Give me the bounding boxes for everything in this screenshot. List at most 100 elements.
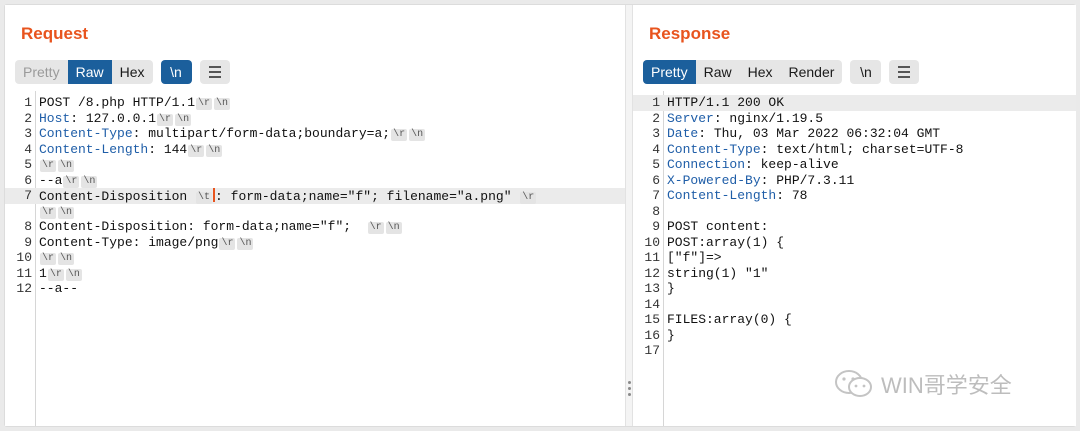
control-char-marker: \n bbox=[65, 268, 82, 281]
line-number: 14 bbox=[644, 296, 660, 312]
line-content: POST content: bbox=[667, 219, 768, 235]
line-content: --a-- bbox=[39, 281, 78, 297]
response-line[interactable]: 5 Connection: keep-alive bbox=[633, 157, 1076, 173]
line-content: Host: 127.0.0.1 \r \n bbox=[39, 111, 192, 127]
response-line[interactable]: 7 Content-Length: 78 bbox=[633, 188, 1076, 204]
request-line[interactable]: 12 --a-- bbox=[5, 281, 625, 297]
request-line[interactable]: 11 1 \r \n bbox=[5, 266, 625, 282]
line-number: 12 bbox=[644, 265, 660, 281]
line-content: \r \n bbox=[39, 157, 75, 173]
header-name: Host bbox=[39, 110, 71, 126]
http-message-viewer: Request Pretty Raw Hex \n 1 POST /8.php H… bbox=[4, 4, 1076, 427]
response-line[interactable]: 13} bbox=[633, 281, 1076, 297]
request-line[interactable]: 9 Content-Type: image/png \r \n bbox=[5, 235, 625, 251]
request-line[interactable]: 2 Host: 127.0.0.1 \r \n bbox=[5, 111, 625, 127]
code-text: Content-Disposition: form-data;name="f"; bbox=[39, 219, 367, 234]
line-content: Date: Thu, 03 Mar 2022 06:32:04 GMT bbox=[667, 126, 940, 142]
request-line[interactable]: 6 --a \r \n bbox=[5, 173, 625, 189]
response-line[interactable]: 16} bbox=[633, 328, 1076, 344]
request-editor[interactable]: 1 POST /8.php HTTP/1.1 \r \n 2 Host: 127.0.0.… bbox=[5, 91, 625, 426]
response-line[interactable]: 10 POST:array(1) { bbox=[633, 235, 1076, 251]
request-line[interactable]: 5 \r \n bbox=[5, 157, 625, 173]
line-number: 2 bbox=[24, 110, 32, 126]
response-tab-pretty[interactable]: Pretty bbox=[643, 60, 696, 84]
line-content: Content-Disposition: form-data;name="f";… bbox=[39, 219, 403, 235]
code-text: } bbox=[667, 281, 675, 296]
response-line[interactable]: 6 X-Powered-By: PHP/7.3.11 bbox=[633, 173, 1076, 189]
control-char-marker: \n bbox=[206, 144, 223, 157]
line-content: } bbox=[667, 281, 675, 297]
line-number: 10 bbox=[644, 234, 660, 250]
response-line[interactable]: 17 bbox=[633, 343, 1076, 359]
line-content: Connection: keep-alive bbox=[667, 157, 839, 173]
request-line[interactable]: 7 Content-Disposition \t: form-data;name=… bbox=[5, 188, 625, 204]
line-number: 1 bbox=[24, 95, 32, 110]
line-number: 10 bbox=[16, 250, 32, 265]
response-line[interactable]: 4 Content-Type: text/html; charset=UTF-8 bbox=[633, 142, 1076, 158]
control-char-marker: \n bbox=[409, 129, 426, 141]
response-line[interactable]: 12 string(1) "1" bbox=[633, 266, 1076, 282]
request-line[interactable]: 8 Content-Disposition: form-data;name="f"… bbox=[5, 219, 625, 235]
response-line[interactable]: 15 FILES:array(0) { bbox=[633, 312, 1076, 328]
line-content: X-Powered-By: PHP/7.3.11 bbox=[667, 173, 854, 189]
response-line[interactable]: 8 bbox=[633, 204, 1076, 220]
line-content: Content-Length: 144 \r \n bbox=[39, 142, 223, 158]
header-name: Content-Type bbox=[39, 126, 133, 141]
request-tab-hex[interactable]: Hex bbox=[112, 60, 153, 84]
code-text: : multipart/form-data;boundary=a; bbox=[132, 126, 391, 141]
line-content: Content-Type: multipart/form-data;bounda… bbox=[39, 126, 426, 142]
line-number: 4 bbox=[24, 141, 32, 157]
line-number: 3 bbox=[24, 126, 32, 141]
line-content: Content-Disposition \t: form-data;name="… bbox=[39, 188, 537, 205]
response-line[interactable]: 9 POST content: bbox=[633, 219, 1076, 235]
line-content: string(1) "1" bbox=[667, 266, 768, 282]
control-char-marker: \n bbox=[58, 160, 75, 172]
response-show-newlines-button[interactable]: \n bbox=[850, 60, 882, 84]
response-tab-raw[interactable]: Raw bbox=[696, 60, 740, 84]
response-tab-render[interactable]: Render bbox=[781, 60, 843, 84]
control-char-marker: \r bbox=[63, 175, 80, 188]
request-line[interactable]: \r \n bbox=[5, 204, 625, 220]
splitter-grip-icon[interactable] bbox=[628, 381, 631, 396]
line-number: 7 bbox=[24, 188, 32, 203]
response-line[interactable]: 14 bbox=[633, 297, 1076, 313]
line-content: HTTP/1.1 200 OK bbox=[667, 95, 784, 111]
request-show-newlines-button[interactable]: \n bbox=[160, 60, 192, 84]
code-text: : PHP/7.3.11 bbox=[760, 172, 855, 188]
control-char-marker: \t bbox=[196, 192, 213, 204]
line-content: \r \n bbox=[39, 204, 75, 220]
request-tab-raw[interactable]: Raw bbox=[67, 60, 112, 84]
response-line[interactable]: 1 HTTP/1.1 200 OK bbox=[633, 95, 1076, 111]
request-pane: Request Pretty Raw Hex \n 1 POST /8.php H… bbox=[5, 5, 625, 426]
header-name: Server bbox=[667, 110, 714, 126]
request-line[interactable]: 3 Content-Type: multipart/form-data;bound… bbox=[5, 126, 625, 142]
response-tab-hex[interactable]: Hex bbox=[740, 60, 781, 84]
control-char-marker: \r bbox=[40, 160, 57, 172]
line-number: 6 bbox=[652, 172, 660, 188]
line-content: Content-Length: 78 bbox=[667, 188, 807, 204]
code-text: : 144 bbox=[148, 141, 188, 157]
line-number: 9 bbox=[24, 234, 32, 250]
request-line[interactable]: 1 POST /8.php HTTP/1.1 \r \n bbox=[5, 95, 625, 111]
request-line[interactable]: 4 Content-Length: 144 \r \n bbox=[5, 142, 625, 158]
control-char-marker: \n bbox=[175, 113, 192, 126]
control-char-marker: \r bbox=[196, 98, 213, 110]
control-char-marker: \r bbox=[188, 144, 205, 157]
line-content: POST:array(1) { bbox=[667, 235, 784, 251]
response-line[interactable]: 3 Date: Thu, 03 Mar 2022 06:32:04 GMT bbox=[633, 126, 1076, 142]
response-line[interactable]: 11 ["f"]=> bbox=[633, 250, 1076, 266]
pane-splitter[interactable] bbox=[625, 5, 633, 426]
line-number: 5 bbox=[652, 157, 660, 172]
response-menu-button[interactable] bbox=[889, 60, 920, 84]
request-tab-pretty[interactable]: Pretty bbox=[15, 60, 68, 84]
response-line[interactable]: 2 Server: nginx/1.19.5 bbox=[633, 111, 1076, 127]
line-content: Server: nginx/1.19.5 bbox=[667, 111, 823, 127]
menu-icon bbox=[208, 66, 221, 78]
request-line[interactable]: 10 \r \n bbox=[5, 250, 625, 266]
code-text: : 78 bbox=[776, 188, 808, 203]
code-text: POST:array(1) { bbox=[667, 234, 785, 250]
request-view-tabs: Pretty Raw Hex bbox=[15, 60, 153, 84]
control-char-marker: \n bbox=[385, 222, 402, 234]
request-menu-button[interactable] bbox=[199, 60, 230, 84]
response-view-tabs: Pretty Raw Hex Render bbox=[643, 60, 843, 84]
